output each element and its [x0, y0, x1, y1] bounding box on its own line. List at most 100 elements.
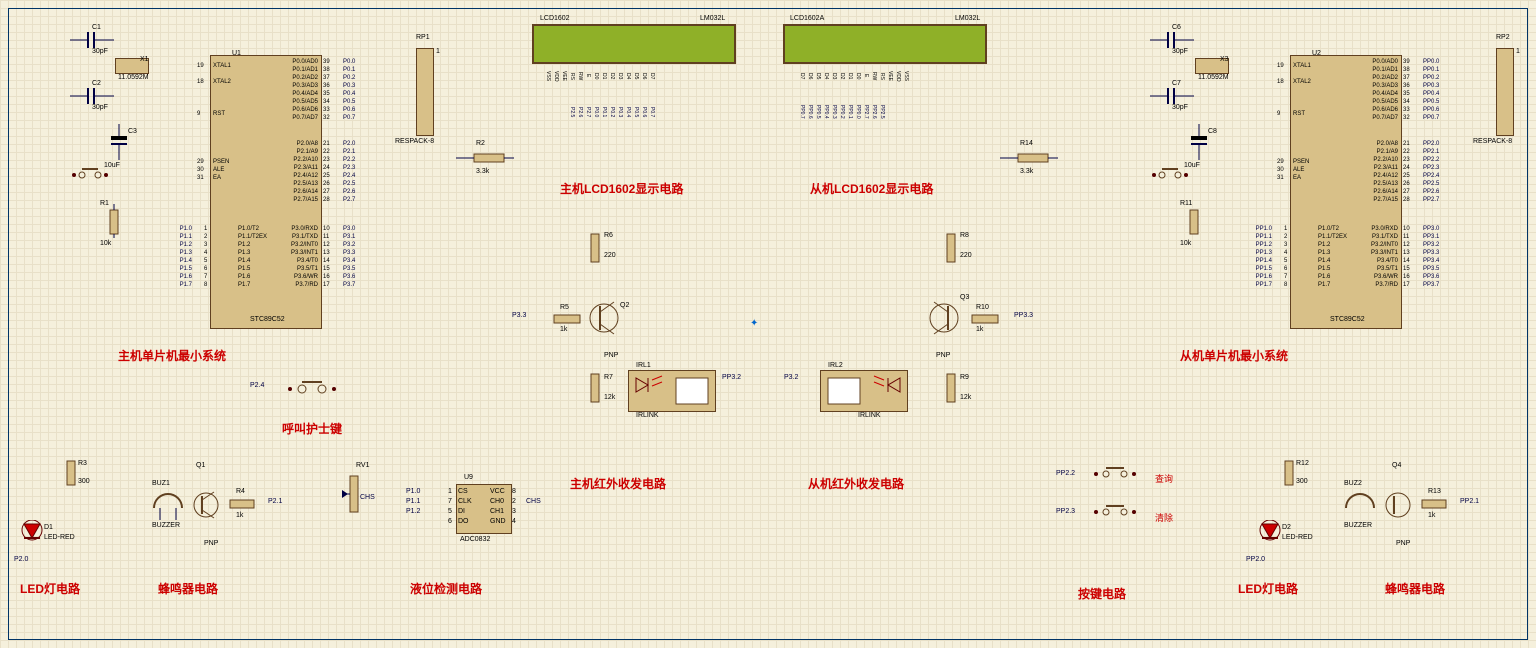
r2-val: 3.3k	[476, 168, 489, 175]
u9-chs: CHS	[526, 498, 541, 505]
p24-net: P2.4	[250, 382, 264, 389]
r7	[586, 368, 606, 410]
u1-val: STC89C52	[250, 316, 285, 323]
irl2-ref: IRL2	[828, 362, 843, 369]
u2-p1-nums: 12345678	[1284, 225, 1287, 289]
p10-net: P1.0	[406, 488, 420, 495]
title-level: 液位检测电路	[410, 580, 482, 597]
r11	[1180, 204, 1210, 238]
c2-val: 30pF	[92, 104, 108, 111]
p20-net: P2.0	[14, 556, 28, 563]
rp2-ref: RP2	[1496, 34, 1510, 41]
rp1-pin1: 1	[436, 48, 440, 55]
u1-ref: U1	[232, 50, 241, 57]
x3-val: 11.0592M	[1198, 74, 1229, 81]
r3-ref: R3	[78, 460, 87, 467]
reset-button-u1[interactable]	[68, 168, 112, 182]
p32-net: P3.2	[784, 374, 798, 381]
r9	[942, 368, 962, 410]
rp2-pin1: 1	[1516, 48, 1520, 55]
c1-ref: C1	[92, 24, 101, 31]
q3-val: PNP	[936, 352, 950, 359]
p21-net: P2.1	[268, 498, 282, 505]
r5-val: 1k	[560, 326, 567, 333]
pp21-net: PP2.1	[1460, 498, 1479, 505]
r14	[1000, 144, 1060, 184]
u1-p2-nums: 2122232425262728	[323, 140, 330, 204]
lcd2-nets: PP0.7PP0.6PP0.5PP0.4PP0.3PP0.2PP0.1PP0.0…	[798, 92, 909, 132]
pp33-net: PP3.3	[1014, 312, 1033, 319]
r6	[586, 228, 606, 270]
r1	[100, 204, 130, 238]
r7-ref: R7	[604, 374, 613, 381]
pp22-net: PP2.2	[1056, 470, 1075, 477]
u9-di: DI	[458, 508, 465, 515]
title-buzzer-r: 蜂鸣器电路	[1385, 580, 1445, 597]
title-led-r: LED灯电路	[1238, 580, 1298, 597]
query-button[interactable]	[1090, 466, 1140, 482]
rv1-ref: RV1	[356, 462, 370, 469]
u9-ch1: CH1	[490, 508, 504, 515]
rp1-ref: RP1	[416, 34, 430, 41]
nurse-call-button[interactable]	[284, 380, 340, 398]
rp1	[416, 48, 434, 136]
buz1-val: BUZZER	[152, 522, 180, 529]
buz1	[150, 490, 186, 526]
u2-p3-nets: PP3.0PP3.1PP3.2PP3.3PP3.4PP3.5PP3.6PP3.7	[1423, 225, 1439, 289]
u1-p2-nets: P2.0P2.1P2.2P2.3P2.4P2.5P2.6P2.7	[343, 140, 355, 204]
c6-ref: C6	[1172, 24, 1181, 31]
d1	[20, 520, 44, 550]
u1-p3-nets: P3.0P3.1P3.2P3.3P3.4P3.5P3.6P3.7	[343, 225, 355, 289]
schematic-canvas[interactable]: ✦ LCD1602 LM032L VSSVDDVEERSRWED0D1D2D3D…	[0, 0, 1536, 648]
clear-button[interactable]	[1090, 504, 1140, 520]
r2	[456, 144, 516, 184]
center-marker: ✦	[750, 318, 758, 329]
title-buzzer-l: 蜂鸣器电路	[158, 580, 218, 597]
u1-p3-nums: 1011121314151617	[323, 225, 330, 289]
r3-val: 300	[78, 478, 90, 485]
u2-left-names: XTAL1XTAL2RSTPSENALEEA	[1293, 62, 1311, 182]
u1-p3: P3.0/RXDP3.1/TXDP3.2/INT0P3.3/INT1P3.4/T…	[280, 225, 318, 289]
u2-p2: P2.0/A8P2.1/A9P2.2/A10P2.3/A11P2.4/A12P2…	[1360, 140, 1398, 204]
u2-val: STC89C52	[1330, 316, 1365, 323]
u2-p1: P1.0/T2P1.1/T2EXP1.2P1.3P1.4P1.5P1.6P1.7	[1318, 225, 1347, 289]
q2-val: PNP	[604, 352, 618, 359]
r10-ref: R10	[976, 304, 989, 311]
buz2-val: BUZZER	[1344, 522, 1372, 529]
q1-val: PNP	[204, 540, 218, 547]
u9-cs: CS	[458, 488, 468, 495]
pp32-net: PP3.2	[722, 374, 741, 381]
r9-val: 12k	[960, 394, 971, 401]
buz2	[1342, 490, 1378, 526]
u9-n2: 2	[512, 498, 516, 505]
u2-p0-nums: 3938373635343332	[1403, 58, 1410, 122]
r8-val: 220	[960, 252, 972, 259]
d1-val: LED-RED	[44, 534, 75, 541]
pp23-net: PP2.3	[1056, 508, 1075, 515]
p33-net: P3.3	[512, 312, 526, 319]
u2-p3-nums: 1011121314151617	[1403, 225, 1410, 289]
u9-chs2: CHS	[360, 494, 375, 501]
reset-button-u2[interactable]	[1148, 168, 1192, 182]
irl2-inner	[824, 374, 904, 408]
r7-val: 12k	[604, 394, 615, 401]
irl1-ref: IRL1	[636, 362, 651, 369]
u2-p2-nums: 2122232425262728	[1403, 140, 1410, 204]
title-master-ir: 主机红外收发电路	[570, 475, 666, 492]
u1-p0-nets: P0.0P0.1P0.2P0.3P0.4P0.5P0.6P0.7	[343, 58, 355, 122]
pp20-net: PP2.0	[1246, 556, 1265, 563]
irl2-val: IRLINK	[858, 412, 881, 419]
q3	[916, 288, 966, 348]
lcd2-display	[783, 24, 987, 64]
u9-n3: 3	[512, 508, 516, 515]
title-query: 查询	[1155, 472, 1173, 485]
u1-left-nums: 19189293031	[197, 62, 204, 182]
title-slave-ir: 从机红外收发电路	[808, 475, 904, 492]
u1-p2: P2.0/A8P2.1/A9P2.2/A10P2.3/A11P2.4/A12P2…	[280, 140, 318, 204]
lcd2-val: LM032L	[955, 15, 980, 22]
u9-n7: 7	[448, 498, 452, 505]
q1-ref: Q1	[196, 462, 205, 469]
c6-val: 30pF	[1172, 48, 1188, 55]
u9-vcc: VCC	[490, 488, 505, 495]
irl1-val: IRLINK	[636, 412, 659, 419]
